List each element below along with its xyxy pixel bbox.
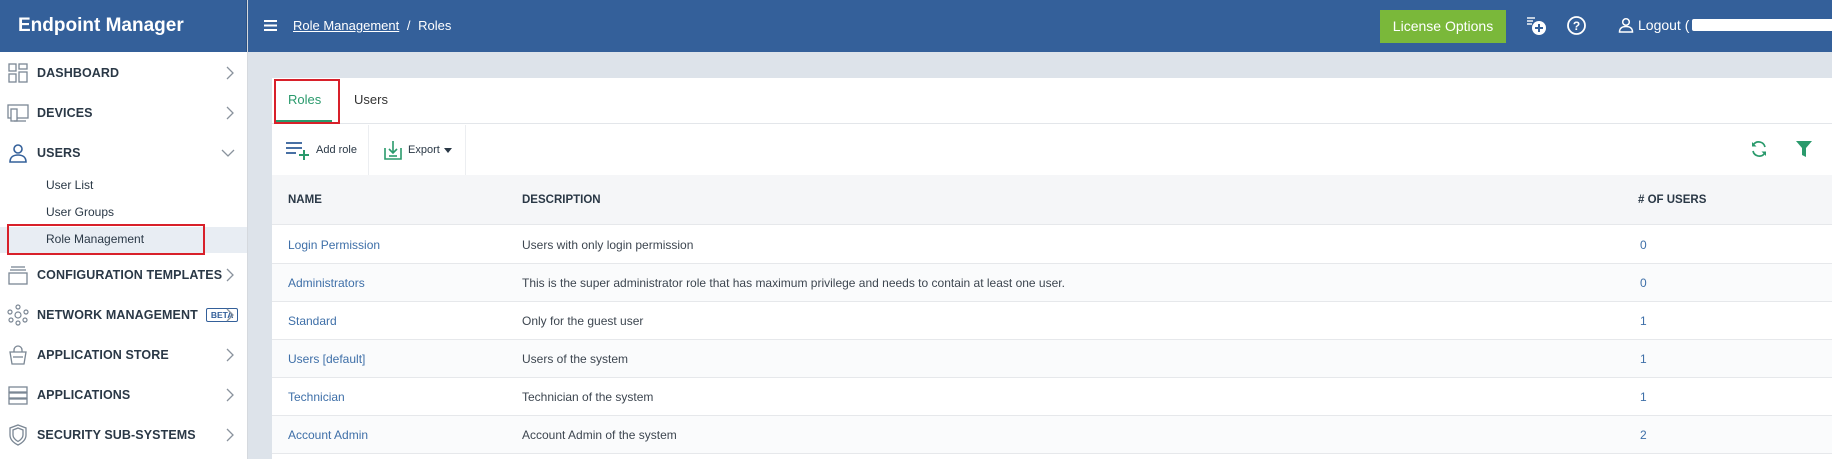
role-description: Users with only login permission: [522, 238, 694, 252]
role-description: Users of the system: [522, 352, 629, 366]
chevron-right-icon: [226, 388, 234, 402]
table-row[interactable]: Users [default] Users of the system 1: [272, 340, 1832, 378]
table-header: NAME DESCRIPTION # OF USERS: [272, 175, 1832, 225]
role-description: Only for the guest user: [522, 314, 644, 328]
sidebar-item-label: DEVICES: [37, 106, 93, 120]
devices-icon: [7, 102, 29, 124]
tab-users[interactable]: Users: [354, 92, 388, 107]
sidebar-item-label: APPLICATIONS: [37, 388, 131, 402]
user-icon: [1618, 17, 1634, 33]
top-bar: Role Management / Roles License Options …: [248, 0, 1832, 52]
role-name-link[interactable]: Technician: [288, 390, 345, 404]
role-users-count[interactable]: 1: [1640, 314, 1647, 328]
role-users-count[interactable]: 2: [1640, 428, 1647, 442]
chevron-right-icon: [226, 268, 234, 282]
sidebar-sub-user-list[interactable]: User List: [46, 178, 93, 192]
app-title: Endpoint Manager: [0, 0, 247, 52]
table-body: Login Permission Users with only login p…: [272, 226, 1832, 459]
toolbar: Add role Export: [272, 125, 1832, 175]
sidebar-item-label: USERS: [37, 146, 81, 160]
tab-bar: Roles Users: [272, 78, 1832, 124]
network-icon: [7, 304, 29, 326]
highlight-box-roles-tab: [274, 79, 340, 124]
role-name-link[interactable]: Account Admin: [288, 428, 368, 442]
logout-label: Logout (: [1638, 17, 1690, 33]
breadcrumb-role-management-link[interactable]: Role Management: [293, 18, 399, 33]
help-icon[interactable]: ?: [1566, 15, 1587, 39]
sidebar-item-label: NETWORK MANAGEMENT: [37, 308, 198, 322]
table-row[interactable]: Standard Only for the guest user 1: [272, 302, 1832, 340]
logout-button[interactable]: Logout (: [1618, 17, 1832, 33]
column-header-name[interactable]: NAME: [288, 194, 322, 206]
table-row[interactable]: Login Permission Users with only login p…: [272, 226, 1832, 264]
sidebar-item-configuration-templates[interactable]: CONFIGURATION TEMPLATES: [0, 255, 247, 295]
add-role-label: Add role: [316, 144, 357, 156]
dashboard-icon: [7, 62, 29, 84]
role-description: Technician of the system: [522, 390, 654, 404]
export-icon: [384, 140, 402, 160]
column-header-description[interactable]: DESCRIPTION: [522, 194, 601, 206]
chevron-right-icon: [226, 348, 234, 362]
applications-icon: [7, 384, 29, 406]
refresh-icon[interactable]: [1750, 140, 1768, 161]
shield-icon: [7, 424, 29, 446]
sidebar-item-dashboard[interactable]: DASHBOARD: [0, 53, 247, 93]
role-name-link[interactable]: Administrators: [288, 276, 365, 290]
sidebar: Endpoint Manager DASHBOARD DEVICES USERS…: [0, 0, 248, 459]
breadcrumb-separator: /: [406, 18, 411, 33]
breadcrumb: Role Management / Roles: [293, 18, 451, 33]
role-users-count[interactable]: 1: [1640, 352, 1647, 366]
export-dropdown[interactable]: Export: [384, 125, 452, 175]
export-label: Export: [408, 144, 440, 156]
license-options-button[interactable]: License Options: [1380, 10, 1506, 43]
role-description: Account Admin of the system: [522, 428, 677, 442]
app-store-icon: [7, 344, 29, 366]
sidebar-item-label: SECURITY SUB-SYSTEMS: [37, 428, 196, 442]
toolbar-divider: [368, 125, 369, 175]
sidebar-item-application-store[interactable]: APPLICATION STORE: [0, 335, 247, 375]
chevron-down-icon: [221, 149, 235, 157]
chevron-right-icon: [226, 106, 234, 120]
role-description: This is the super administrator role tha…: [522, 276, 1065, 290]
sidebar-item-devices[interactable]: DEVICES: [0, 93, 247, 133]
breadcrumb-current: Roles: [418, 18, 452, 33]
sidebar-sub-user-groups[interactable]: User Groups: [46, 205, 114, 219]
role-name-link[interactable]: Standard: [288, 314, 337, 328]
highlight-box-role-management: [7, 224, 205, 255]
sidebar-item-users[interactable]: USERS: [0, 133, 247, 173]
add-role-button[interactable]: Add role: [286, 125, 357, 175]
role-name-link[interactable]: Users [default]: [288, 352, 365, 366]
redacted-username: [1692, 19, 1832, 31]
sidebar-item-label: DASHBOARD: [37, 66, 120, 80]
role-users-count[interactable]: 0: [1640, 276, 1647, 290]
role-users-count[interactable]: 1: [1640, 390, 1647, 404]
role-users-count[interactable]: 0: [1640, 238, 1647, 252]
table-row[interactable]: Technician Technician of the system 1: [272, 378, 1832, 416]
chevron-right-icon: [226, 308, 234, 322]
add-list-icon: [286, 140, 310, 160]
toolbar-divider: [465, 125, 466, 175]
sidebar-item-network-management[interactable]: NETWORK MANAGEMENT BETA: [0, 295, 247, 335]
hamburger-menu-icon[interactable]: [264, 19, 277, 35]
role-name-link[interactable]: Login Permission: [288, 238, 380, 252]
user-icon: [7, 142, 29, 164]
sidebar-item-applications[interactable]: APPLICATIONS: [0, 375, 247, 415]
main-content: Roles Users Add role Export NAME DESCRIP…: [272, 78, 1832, 459]
sidebar-item-security-sub-systems[interactable]: SECURITY SUB-SYSTEMS: [0, 415, 247, 455]
caret-down-icon: [443, 147, 452, 153]
chevron-right-icon: [226, 66, 234, 80]
sidebar-item-label: CONFIGURATION TEMPLATES: [37, 268, 223, 282]
column-header-users-count[interactable]: # OF USERS: [1638, 194, 1706, 206]
svg-text:?: ?: [1573, 19, 1580, 33]
table-row[interactable]: Account Admin Account Admin of the syste…: [272, 416, 1832, 454]
chevron-right-icon: [226, 428, 234, 442]
config-templates-icon: [7, 264, 29, 286]
sidebar-item-label: APPLICATION STORE: [37, 348, 169, 362]
table-row[interactable]: Administrators This is the super adminis…: [272, 264, 1832, 302]
add-notification-icon[interactable]: [1526, 15, 1548, 40]
filter-icon[interactable]: [1796, 140, 1812, 161]
